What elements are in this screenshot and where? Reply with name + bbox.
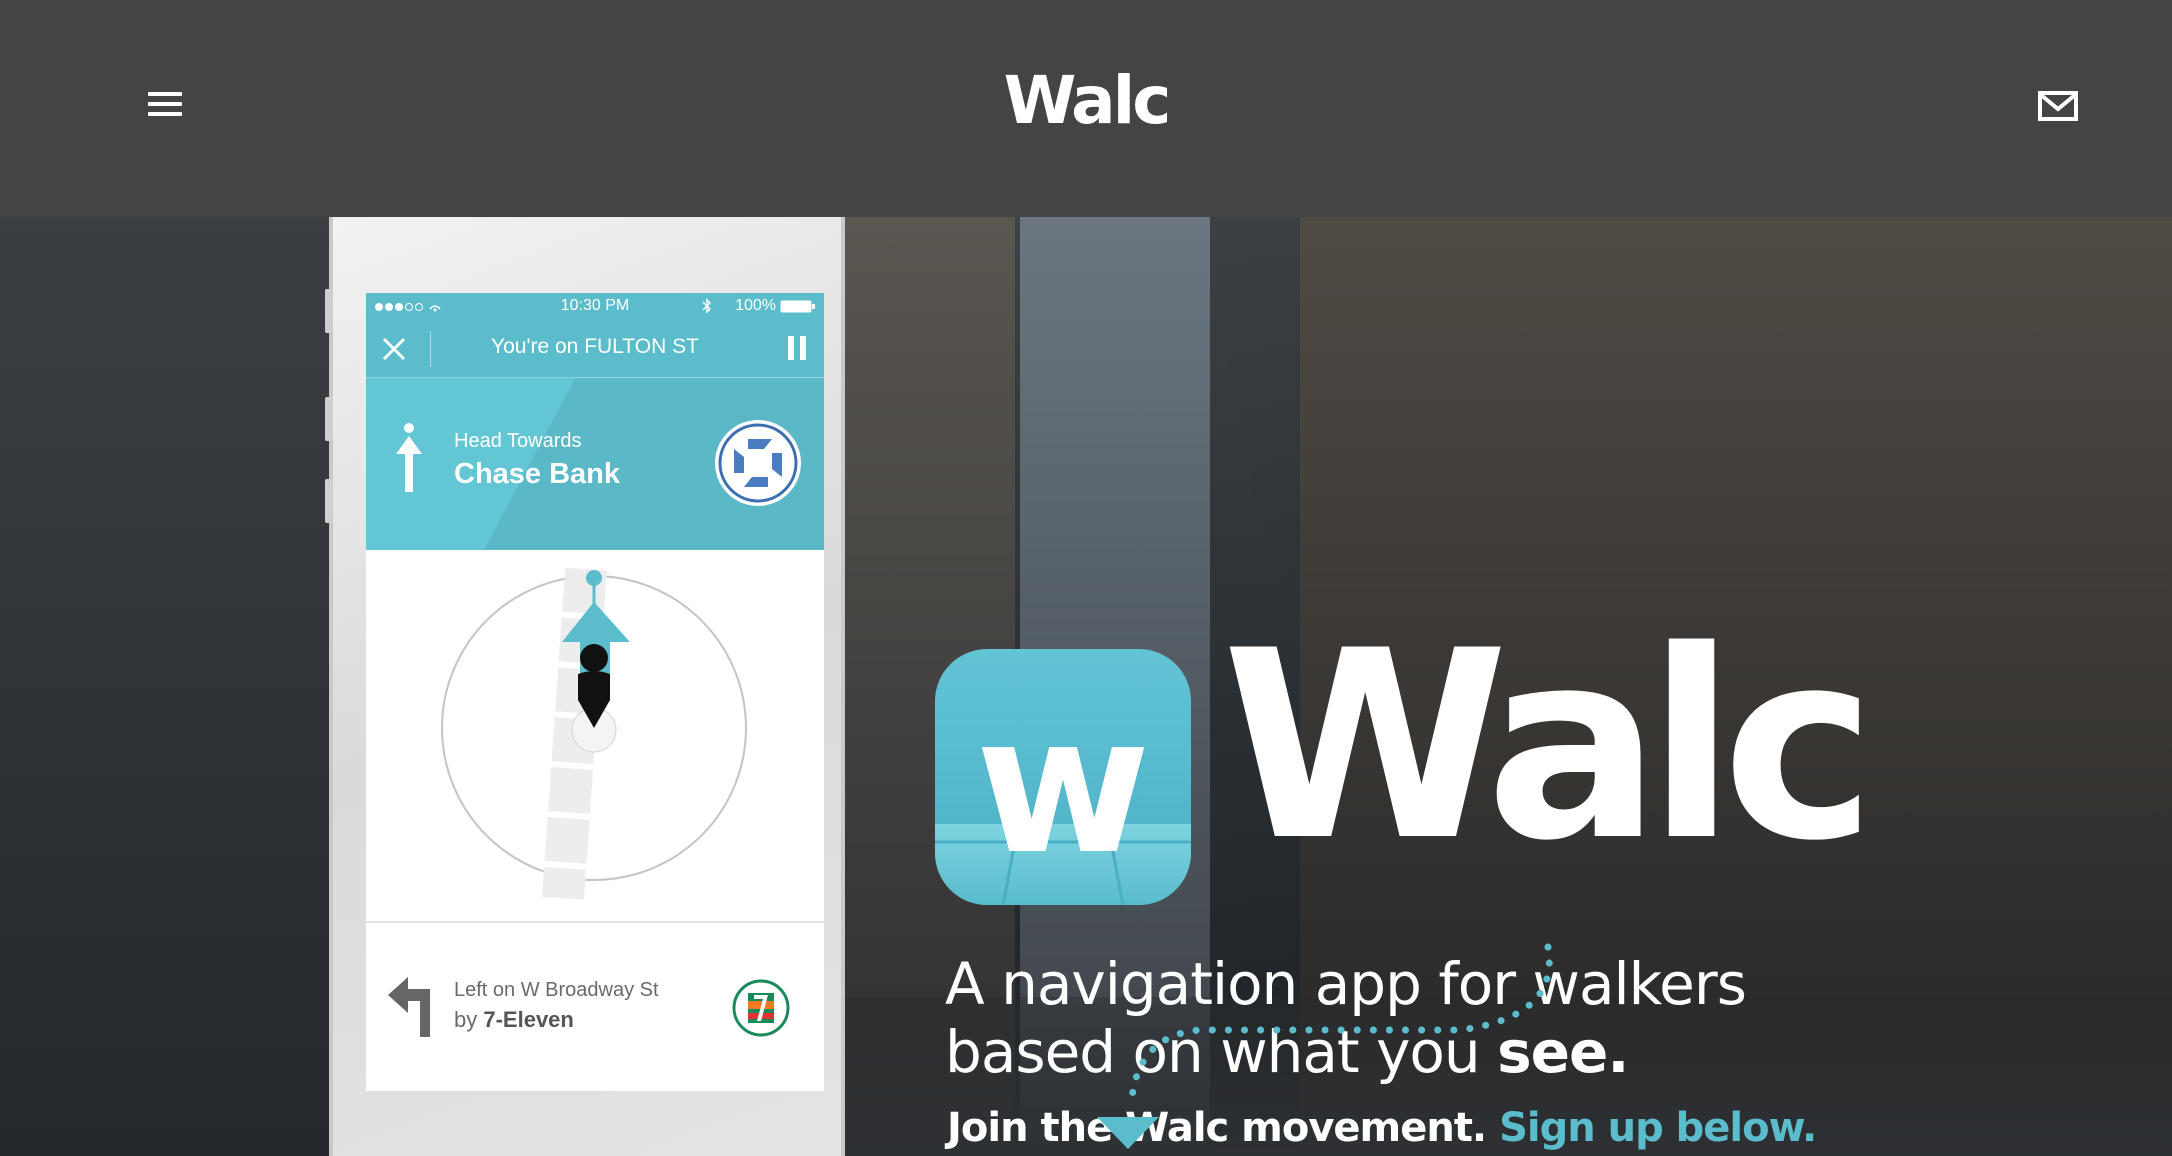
dotted-path-decoration bbox=[1128, 943, 1553, 1101]
envelope-icon bbox=[2038, 91, 2078, 121]
mail-button[interactable] bbox=[2038, 91, 2078, 121]
brand-logo[interactable]: Walc bbox=[0, 62, 2172, 139]
top-header: Walc bbox=[0, 0, 2172, 217]
hero-section: 10:30 PM 100% You're on FULTON ST Head T… bbox=[0, 217, 2172, 1156]
scroll-down-arrow-icon[interactable] bbox=[1097, 1117, 1159, 1149]
